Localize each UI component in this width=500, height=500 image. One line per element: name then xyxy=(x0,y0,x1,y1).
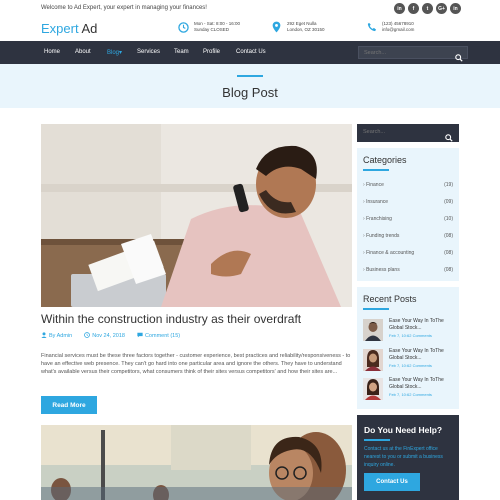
address-line2: London, OZ 30150 xyxy=(287,27,325,32)
linkedin-icon[interactable]: in xyxy=(394,3,405,14)
post-excerpt: Financial services must be these three f… xyxy=(41,353,351,375)
search-icon[interactable] xyxy=(445,129,453,147)
nav-contact[interactable]: Contact Us xyxy=(236,49,266,55)
category-name: Franchising xyxy=(363,216,392,222)
brand-bar: Expert Ad Mon - Sat: 8:00 - 16:00 Sunday… xyxy=(0,18,500,41)
main-nav: Home About Blog▾ Services Team Profile C… xyxy=(0,41,500,64)
clock-icon xyxy=(178,21,189,33)
logo-part1: Expert xyxy=(41,21,79,36)
facebook-icon[interactable]: f xyxy=(408,3,419,14)
sidebar-search-input[interactable] xyxy=(363,129,433,135)
recent-post-thumbnail xyxy=(363,349,383,371)
recent-post-item[interactable]: Ease Your Way In ToThe Global Stock... F… xyxy=(363,377,455,401)
hours-line2: Sunday CLOSED xyxy=(194,27,230,32)
page-header: Blog Post xyxy=(0,64,500,108)
category-item[interactable]: Business plans (08) xyxy=(363,267,453,273)
social-links: in f t G+ in xyxy=(394,3,461,14)
post-image[interactable] xyxy=(41,425,352,500)
title-accent-line xyxy=(363,308,389,310)
nav-blog[interactable]: Blog▾ xyxy=(107,49,122,56)
nav-profile[interactable]: Profile xyxy=(203,49,220,55)
read-more-button[interactable]: Read More xyxy=(41,396,97,414)
nav-services[interactable]: Services xyxy=(137,49,160,55)
nav-home[interactable]: Home xyxy=(44,49,60,55)
post-comments[interactable]: Comment (15) xyxy=(137,332,180,340)
category-item[interactable]: Funding trends (08) xyxy=(363,233,453,239)
linkedin-icon[interactable]: in xyxy=(450,3,461,14)
categories-widget: Categories Finance (19) Insurance (09) Fra… xyxy=(357,148,459,281)
phone-info: (123) 45678910 info@gmail.com xyxy=(366,21,414,33)
category-name: Funding trends xyxy=(363,233,399,239)
page-title: Blog Post xyxy=(222,85,278,100)
welcome-text: Welcome to Ad Expert, your expert in man… xyxy=(41,5,207,11)
title-accent-line xyxy=(237,75,263,77)
category-count: (10) xyxy=(444,216,453,222)
category-name: Business plans xyxy=(363,267,400,273)
category-count: (08) xyxy=(444,233,453,239)
address-info: 292 Eget Nulla London, OZ 30150 xyxy=(271,21,325,33)
recent-post-date: Feb 7, 10:62 Comments xyxy=(389,392,432,397)
categories-title: Categories xyxy=(363,155,407,165)
phone-icon xyxy=(366,22,377,33)
category-name: Finance & accounting xyxy=(363,250,414,256)
chevron-down-icon: ▾ xyxy=(119,50,123,56)
nav-blog-label: Blog xyxy=(107,50,120,56)
top-bar: Welcome to Ad Expert, your expert in man… xyxy=(0,0,500,18)
user-icon xyxy=(41,332,47,340)
site-logo[interactable]: Expert Ad xyxy=(41,21,97,36)
category-count: (08) xyxy=(444,267,453,273)
post-meta: By Admin Nov 24, 2018 Comment (15) xyxy=(41,332,180,340)
post-title[interactable]: Within the construction industry as thei… xyxy=(41,312,301,326)
category-item[interactable]: Finance (19) xyxy=(363,182,453,188)
recent-posts-widget: Recent Posts Ease Your Way In ToThe Glob… xyxy=(357,287,459,409)
recent-post-thumbnail xyxy=(363,319,383,341)
nav-about[interactable]: About xyxy=(75,49,91,55)
google-plus-icon[interactable]: G+ xyxy=(436,3,447,14)
recent-post-item[interactable]: Ease Your Way In ToThe Global Stock... F… xyxy=(363,318,455,342)
email-address: info@gmail.com xyxy=(382,27,415,32)
map-pin-icon xyxy=(271,21,282,33)
post-date-label: Nov 24, 2018 xyxy=(92,333,125,339)
clock-icon xyxy=(84,332,91,340)
post-image[interactable] xyxy=(41,124,352,307)
recent-post-item[interactable]: Ease Your Way In ToThe Global Stock... F… xyxy=(363,348,455,372)
help-text: Contact us at the FinExpert office neare… xyxy=(364,446,443,468)
recent-posts-title: Recent Posts xyxy=(363,294,417,304)
post-author[interactable]: By Admin xyxy=(41,332,72,340)
category-item[interactable]: Insurance (09) xyxy=(363,199,453,205)
nav-search-box xyxy=(358,46,468,62)
recent-post-date: Feb 7, 10:62 Comments xyxy=(389,363,432,368)
category-item[interactable]: Finance & accounting (08) xyxy=(363,250,453,256)
recent-post-title: Ease Your Way In ToThe Global Stock... xyxy=(389,348,444,361)
help-widget: Do You Need Help? Contact us at the FinE… xyxy=(357,415,459,500)
post-comments-label: Comment (15) xyxy=(144,333,181,339)
logo-part2: Ad xyxy=(78,21,98,36)
category-count: (19) xyxy=(444,182,453,188)
twitter-icon[interactable]: t xyxy=(422,3,433,14)
category-name: Finance xyxy=(363,182,384,188)
help-title: Do You Need Help? xyxy=(364,425,443,435)
nav-search-input[interactable] xyxy=(364,50,444,56)
nav-team[interactable]: Team xyxy=(174,49,189,55)
title-accent-line xyxy=(363,169,389,171)
category-count: (08) xyxy=(444,250,453,256)
recent-post-thumbnail xyxy=(363,378,383,400)
title-accent-line xyxy=(364,439,390,441)
recent-post-title: Ease Your Way In ToThe Global Stock... xyxy=(389,318,444,331)
category-item[interactable]: Franchising (10) xyxy=(363,216,453,222)
comment-icon xyxy=(137,332,143,340)
category-count: (09) xyxy=(444,199,453,205)
post-author-label: By Admin xyxy=(49,333,73,339)
category-name: Insurance xyxy=(363,199,388,205)
recent-post-date: Feb 7, 10:62 Comments xyxy=(389,333,432,338)
recent-post-title: Ease Your Way In ToThe Global Stock... xyxy=(389,377,444,390)
sidebar-search-box xyxy=(357,124,459,142)
hours-info: Mon - Sat: 8:00 - 16:00 Sunday CLOSED xyxy=(178,21,240,33)
post-date: Nov 24, 2018 xyxy=(84,332,125,340)
contact-us-button[interactable]: Contact Us xyxy=(364,473,420,491)
